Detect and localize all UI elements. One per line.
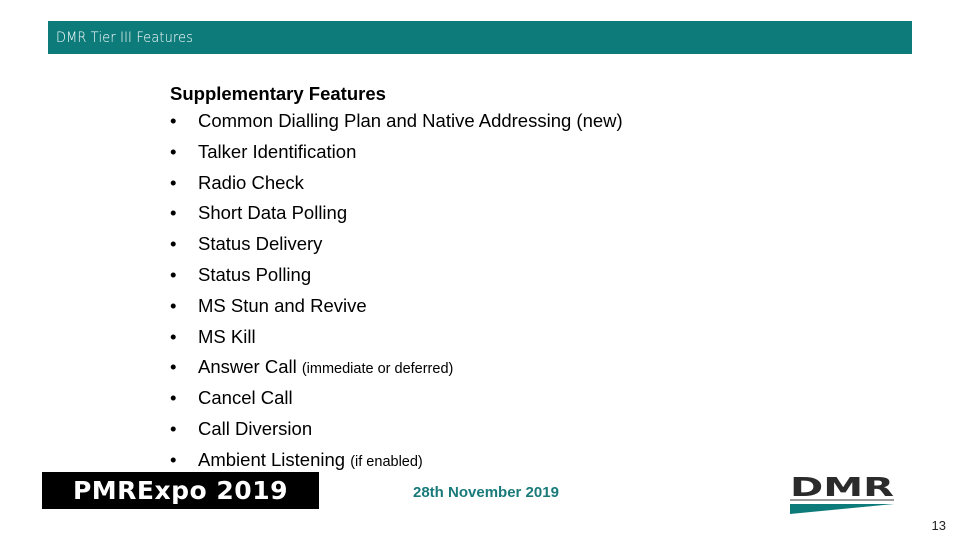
dmr-logo-tagline: [790, 499, 894, 501]
list-item: • Radio Check: [170, 171, 630, 197]
list-item: • MS Stun and Revive: [170, 294, 630, 320]
list-item: • Short Data Polling: [170, 201, 630, 227]
pmrexpo-logo-text: PMRExpo 2019: [72, 476, 288, 505]
slide-title: DMR Tier III Features: [56, 30, 194, 46]
feature-label: Short Data Polling: [198, 202, 348, 224]
dmr-association-logo: DMR: [790, 474, 894, 514]
list-item: • Common Dialling Plan and Native Address…: [170, 109, 630, 135]
list-item: • Status Polling: [170, 263, 630, 289]
bullet-icon: •: [170, 263, 177, 285]
feature-label: Ambient Listening: [198, 448, 346, 470]
feature-label: Status Delivery: [198, 233, 323, 255]
slide-content: Supplementary Features • Common Dialling …: [170, 82, 630, 479]
list-item: • Cancel Call: [170, 386, 630, 412]
bullet-icon: •: [170, 202, 177, 224]
bullet-icon: •: [170, 448, 177, 470]
bullet-icon: •: [170, 294, 177, 316]
feature-label: Call Diversion: [198, 417, 313, 439]
bullet-icon: •: [170, 356, 177, 378]
feature-note: (if enabled): [350, 453, 423, 470]
slide-title-bar: DMR Tier III Features: [48, 21, 912, 54]
feature-label: Status Polling: [198, 263, 312, 285]
bullet-icon: •: [170, 387, 177, 409]
bullet-icon: •: [170, 140, 177, 162]
feature-label: Answer Call: [198, 356, 297, 378]
page-number: 13: [931, 518, 946, 533]
bullet-icon: •: [170, 233, 177, 255]
bullet-icon: •: [170, 110, 177, 131]
feature-list: • Common Dialling Plan and Native Address…: [170, 109, 630, 474]
dmr-logo-swoosh: [790, 504, 894, 514]
feature-label: Cancel Call: [198, 387, 293, 409]
feature-label: Radio Check: [198, 171, 304, 193]
feature-label: Talker Identification: [198, 140, 357, 162]
dmr-logo-text: DMR: [790, 474, 894, 503]
pmrexpo-logo: PMRExpo 2019: [42, 472, 319, 509]
bullet-icon: •: [170, 171, 177, 193]
event-date: 28th November 2019: [413, 484, 559, 501]
bullet-icon: •: [170, 325, 177, 347]
list-item: • MS Kill: [170, 325, 630, 351]
section-heading: Supplementary Features: [170, 83, 386, 104]
feature-label: Common Dialling Plan and Native Addressi…: [198, 110, 623, 131]
list-item: • Status Delivery: [170, 232, 630, 258]
feature-label: MS Stun and Revive: [198, 294, 367, 316]
list-item: • Ambient Listening (if enabled): [170, 448, 630, 474]
bullet-icon: •: [170, 417, 177, 439]
feature-label: MS Kill: [198, 325, 256, 347]
list-item: • Talker Identification: [170, 140, 630, 166]
feature-note: (immediate or deferred): [301, 361, 454, 378]
list-item: • Call Diversion: [170, 417, 630, 443]
list-item: • Answer Call (immediate or deferred): [170, 355, 630, 381]
